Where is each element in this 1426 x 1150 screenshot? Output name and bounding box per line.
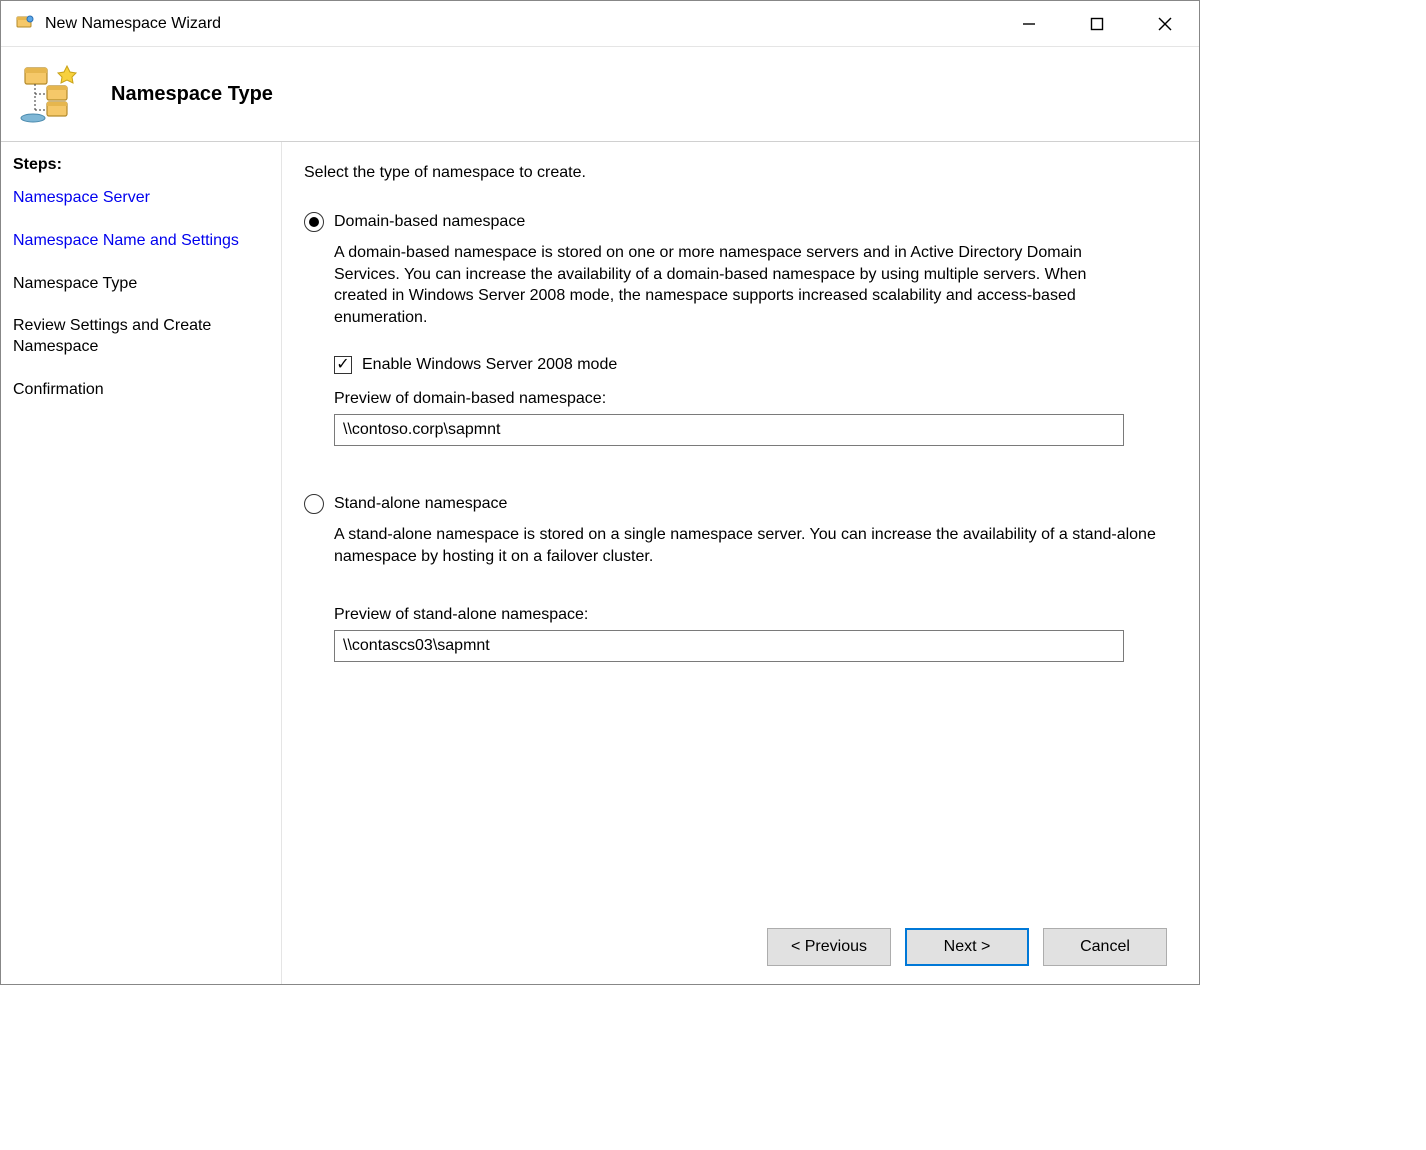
previous-button[interactable]: < Previous <box>767 928 891 966</box>
domain-based-description: A domain-based namespace is stored on on… <box>334 242 1124 328</box>
domain-preview-value: \\contoso.corp\sapmnt <box>334 414 1124 446</box>
radio-domain-based-label[interactable]: Domain-based namespace <box>334 213 525 231</box>
wizard-header: Namespace Type <box>1 47 1199 142</box>
main-panel: Select the type of namespace to create. … <box>282 142 1199 984</box>
minimize-button[interactable] <box>995 1 1063 46</box>
standalone-description: A stand-alone namespace is stored on a s… <box>334 524 1167 567</box>
step-namespace-server[interactable]: Namespace Server <box>13 188 269 209</box>
standalone-preview-value: \\contascs03\sapmnt <box>334 630 1124 662</box>
button-bar: < Previous Next > Cancel <box>767 928 1167 966</box>
step-confirmation: Confirmation <box>13 380 269 401</box>
wizard-step-title: Namespace Type <box>111 83 273 106</box>
wizard-icon <box>19 62 83 126</box>
titlebar: New Namespace Wizard <box>1 1 1199 47</box>
wizard-body: Steps: Namespace Server Namespace Name a… <box>1 142 1199 984</box>
cancel-button[interactable]: Cancel <box>1043 928 1167 966</box>
domain-based-section: Domain-based namespace A domain-based na… <box>304 212 1167 446</box>
steps-sidebar: Steps: Namespace Server Namespace Name a… <box>1 142 282 984</box>
window-title: New Namespace Wizard <box>45 15 995 33</box>
radio-standalone-label[interactable]: Stand-alone namespace <box>334 495 507 513</box>
close-button[interactable] <box>1131 1 1199 46</box>
standalone-section: Stand-alone namespace A stand-alone name… <box>304 494 1167 661</box>
steps-heading: Steps: <box>13 156 269 174</box>
checkbox-ws2008-mode[interactable] <box>334 356 352 374</box>
radio-row-standalone: Stand-alone namespace <box>304 494 1167 514</box>
window-controls <box>995 1 1199 46</box>
step-review-create: Review Settings and Create Namespace <box>13 316 269 358</box>
standalone-preview-label: Preview of stand-alone namespace: <box>334 606 1167 624</box>
radio-standalone[interactable] <box>304 494 324 514</box>
maximize-button[interactable] <box>1063 1 1131 46</box>
checkbox-ws2008-mode-label[interactable]: Enable Windows Server 2008 mode <box>362 356 617 374</box>
radio-domain-based[interactable] <box>304 212 324 232</box>
domain-preview-label: Preview of domain-based namespace: <box>334 390 1167 408</box>
app-icon <box>15 14 35 34</box>
radio-row-domain: Domain-based namespace <box>304 212 1167 232</box>
checkbox-row-ws2008: Enable Windows Server 2008 mode <box>334 356 1167 374</box>
next-button[interactable]: Next > <box>905 928 1029 966</box>
wizard-window: New Namespace Wizard <box>0 0 1200 985</box>
instruction-text: Select the type of namespace to create. <box>304 164 1167 182</box>
step-namespace-name-settings[interactable]: Namespace Name and Settings <box>13 231 269 252</box>
step-namespace-type[interactable]: Namespace Type <box>13 274 269 295</box>
